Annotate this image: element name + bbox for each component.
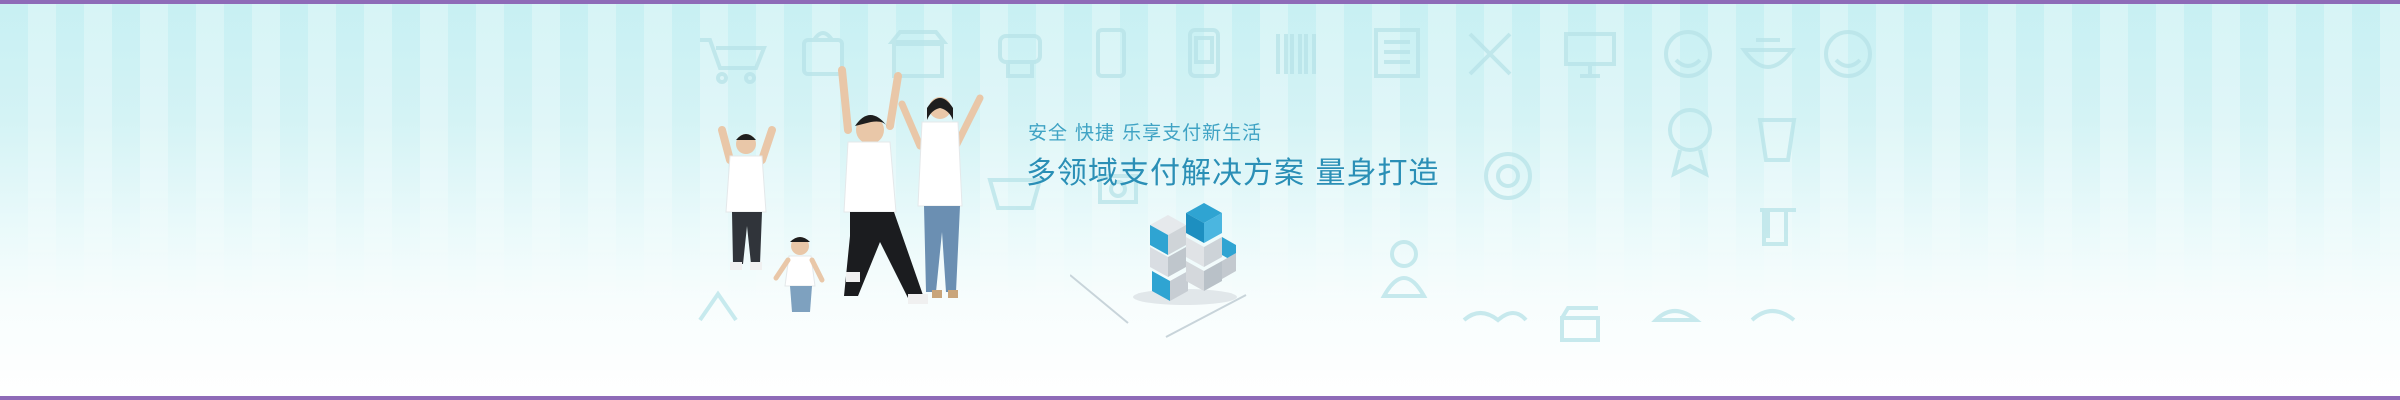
cube-graphic bbox=[1070, 203, 1247, 338]
car-icon bbox=[1750, 309, 1796, 322]
barcode-icon bbox=[1276, 34, 1316, 74]
mobile-icon bbox=[1188, 28, 1220, 78]
badge-icon bbox=[1668, 108, 1712, 178]
clapper-icon bbox=[1560, 306, 1600, 342]
desktop-icon bbox=[1564, 32, 1616, 78]
father-figure bbox=[718, 126, 776, 270]
handshake-icon bbox=[1462, 311, 1528, 323]
jumping-family-illustration bbox=[718, 66, 984, 312]
mobile-icon bbox=[1096, 28, 1126, 78]
document-icon bbox=[1374, 28, 1420, 78]
bottom-border bbox=[0, 396, 2400, 400]
bowl-icon bbox=[1740, 38, 1796, 69]
tagline: 安全 快捷 乐享支付新生活 bbox=[1028, 122, 1263, 144]
medal-icon bbox=[1484, 152, 1532, 200]
boy-figure bbox=[838, 66, 928, 304]
smiley-icon bbox=[1664, 30, 1712, 78]
smile-face-icon bbox=[1824, 30, 1872, 78]
tools-icon bbox=[1468, 32, 1512, 76]
bottle-icon bbox=[1757, 118, 1797, 162]
child-figure bbox=[773, 237, 825, 312]
person-icon bbox=[1380, 240, 1428, 298]
payment-solutions-banner[interactable]: 安全 快捷 乐享支付新生活 多领域支付解决方案 量身打造 bbox=[0, 0, 2400, 400]
mother-figure bbox=[898, 94, 984, 298]
cap-icon bbox=[1651, 309, 1702, 322]
